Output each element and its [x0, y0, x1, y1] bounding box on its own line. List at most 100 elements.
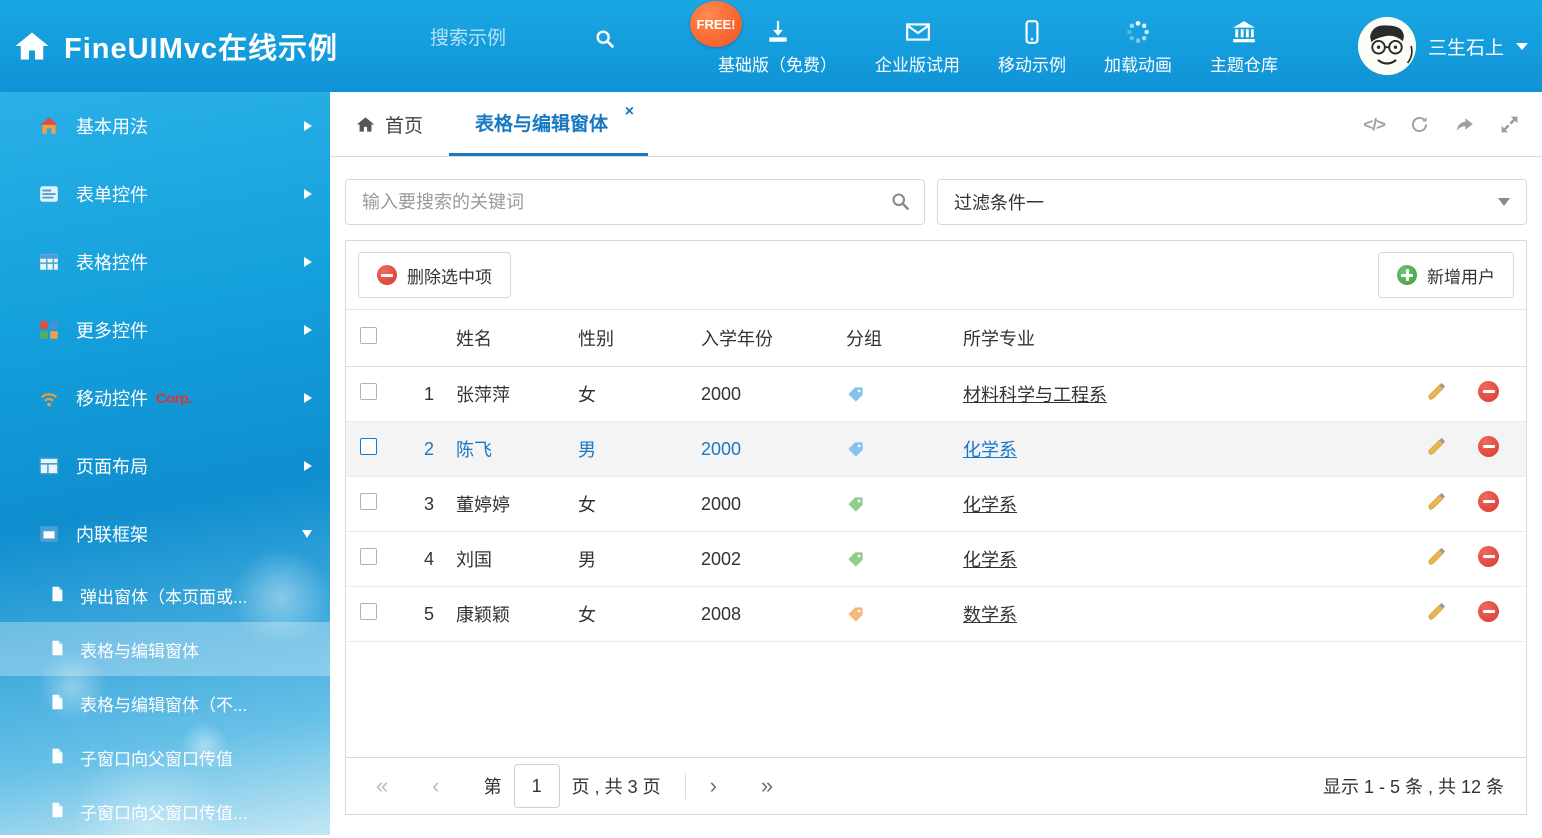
nav-item-enterprise-trial[interactable]: 企业版试用 — [871, 17, 964, 76]
edit-icon[interactable] — [1426, 601, 1447, 627]
sidebar-item-more-controls[interactable]: 更多控件 — [0, 296, 330, 364]
refresh-icon[interactable] — [1409, 114, 1430, 135]
table-row[interactable]: 3 董婷婷 女 2000 化学系 — [346, 477, 1526, 532]
major-link[interactable]: 化学系 — [963, 495, 1017, 515]
expand-icon[interactable] — [1499, 114, 1520, 135]
delete-icon[interactable] — [1478, 601, 1499, 622]
sidebar-item-page-layout[interactable]: 页面布局 — [0, 432, 330, 500]
close-icon[interactable]: × — [625, 104, 634, 120]
header-search[interactable] — [430, 28, 640, 50]
major-link[interactable]: 化学系 — [963, 440, 1017, 460]
header-search-input[interactable] — [430, 28, 580, 50]
file-icon — [48, 801, 66, 821]
delete-icon[interactable] — [1478, 546, 1499, 567]
chevron-down-icon — [302, 530, 312, 538]
plus-circle-icon — [1397, 265, 1417, 285]
first-page-icon[interactable]: « — [376, 775, 388, 797]
nav-label: 基础版（免费） — [718, 51, 837, 76]
edit-icon[interactable] — [1426, 546, 1447, 572]
add-user-button[interactable]: 新增用户 — [1378, 252, 1514, 298]
chevron-right-icon — [304, 393, 312, 403]
user-menu[interactable]: 三生石上 — [1358, 0, 1528, 92]
file-icon — [48, 585, 66, 605]
col-header-group: 分组 — [830, 325, 947, 351]
tab-home[interactable]: 首页 — [330, 92, 449, 156]
delete-selected-button[interactable]: 删除选中项 — [358, 252, 511, 298]
row-checkbox[interactable] — [360, 548, 377, 565]
keyword-search[interactable] — [345, 179, 925, 225]
file-icon — [48, 639, 66, 659]
sidebar-item-form-controls[interactable]: 表单控件 — [0, 160, 330, 228]
edit-icon[interactable] — [1426, 381, 1447, 407]
table-row[interactable]: 5 康颖颖 女 2008 数学系 — [346, 587, 1526, 642]
col-header-year: 入学年份 — [685, 325, 830, 351]
spinner-icon — [1124, 17, 1152, 45]
sidebar-item-mobile-controls[interactable]: 移动控件 Corp. — [0, 364, 330, 432]
tag-icon — [846, 385, 947, 404]
table-header-row: 姓名 性别 入学年份 分组 所学专业 — [346, 310, 1526, 367]
nav-item-mobile-demo[interactable]: 移动示例 — [994, 17, 1070, 76]
divider — [685, 773, 686, 799]
minus-circle-icon — [377, 265, 397, 285]
envelope-icon — [904, 17, 932, 45]
filter-dropdown[interactable]: 过滤条件一 — [937, 179, 1527, 225]
edit-icon[interactable] — [1426, 491, 1447, 517]
next-page-icon[interactable]: › — [710, 775, 717, 797]
nav-item-theme-repo[interactable]: 主题仓库 — [1206, 17, 1282, 76]
sidebar-subitem-child-to-parent-2[interactable]: 子窗口向父窗口传值... — [0, 784, 330, 838]
grid-panel: 删除选中项 新增用户 姓名 性别 入学年份 分组 所学专业 1 张萍萍 — [345, 240, 1527, 815]
delete-icon[interactable] — [1478, 436, 1499, 457]
row-checkbox[interactable] — [360, 383, 377, 400]
avatar[interactable] — [1358, 17, 1416, 75]
delete-icon[interactable] — [1478, 381, 1499, 402]
sidebar-subitem-child-to-parent[interactable]: 子窗口向父窗口传值 — [0, 730, 330, 784]
sidebar-item-basic-usage[interactable]: 基本用法 — [0, 92, 330, 160]
user-table: 姓名 性别 入学年份 分组 所学专业 1 张萍萍 女 2000 材料科学与工程系 — [346, 309, 1526, 642]
sidebar-item-iframe[interactable]: 内联框架 — [0, 500, 330, 568]
table-row[interactable]: 1 张萍萍 女 2000 材料科学与工程系 — [346, 367, 1526, 422]
major-link[interactable]: 数学系 — [963, 605, 1017, 625]
home-icon — [38, 115, 60, 137]
record-count-summary: 显示 1 - 5 条 , 共 12 条 — [1323, 773, 1504, 799]
major-link[interactable]: 化学系 — [963, 550, 1017, 570]
row-checkbox[interactable] — [360, 493, 377, 510]
file-icon — [48, 747, 66, 767]
select-all-checkbox[interactable] — [360, 327, 377, 344]
chevron-right-icon — [304, 461, 312, 471]
search-icon[interactable] — [594, 28, 616, 50]
code-icon[interactable]: </> — [1363, 115, 1385, 135]
caret-down-icon — [1516, 43, 1528, 50]
nav-item-loading-animation[interactable]: 加载动画 — [1100, 17, 1176, 76]
row-checkbox[interactable] — [360, 603, 377, 620]
search-icon[interactable] — [890, 191, 911, 212]
table-row[interactable]: 4 刘国 男 2002 化学系 — [346, 532, 1526, 587]
wireless-icon — [38, 387, 60, 409]
sidebar-subitem-popup-window[interactable]: 弹出窗体（本页面或... — [0, 568, 330, 622]
major-link[interactable]: 材料科学与工程系 — [963, 385, 1107, 405]
table-row[interactable]: 2 陈飞 男 2000 化学系 — [346, 422, 1526, 477]
last-page-icon[interactable]: » — [761, 775, 773, 797]
col-header-name: 姓名 — [440, 325, 562, 351]
sidebar-item-grid-controls[interactable]: 表格控件 — [0, 228, 330, 296]
page-number-input[interactable] — [514, 764, 560, 808]
open-in-new-icon[interactable] — [1454, 114, 1475, 135]
blocks-icon — [38, 319, 60, 341]
col-header-major: 所学专业 — [947, 325, 1418, 351]
row-checkbox[interactable] — [360, 438, 377, 455]
delete-icon[interactable] — [1478, 491, 1499, 512]
sidebar-subitem-grid-edit-window-2[interactable]: 表格与编辑窗体（不... — [0, 676, 330, 730]
prev-page-icon[interactable]: ‹ — [432, 775, 439, 797]
tag-icon — [846, 605, 947, 624]
tab-tools: </> — [1363, 92, 1520, 157]
nav-label: 主题仓库 — [1210, 51, 1278, 76]
edit-icon[interactable] — [1426, 436, 1447, 462]
table-empty-space — [346, 642, 1526, 757]
keyword-search-input[interactable] — [345, 179, 925, 225]
tab-grid-edit-window[interactable]: 表格与编辑窗体 × — [449, 92, 648, 156]
sidebar-subitem-grid-edit-window[interactable]: 表格与编辑窗体 — [0, 622, 330, 676]
download-icon — [764, 17, 792, 45]
filter-row: 过滤条件一 — [330, 157, 1542, 225]
tag-icon — [846, 440, 947, 459]
form-icon — [38, 183, 60, 205]
brand[interactable]: FineUIMvc在线示例 — [14, 0, 338, 92]
